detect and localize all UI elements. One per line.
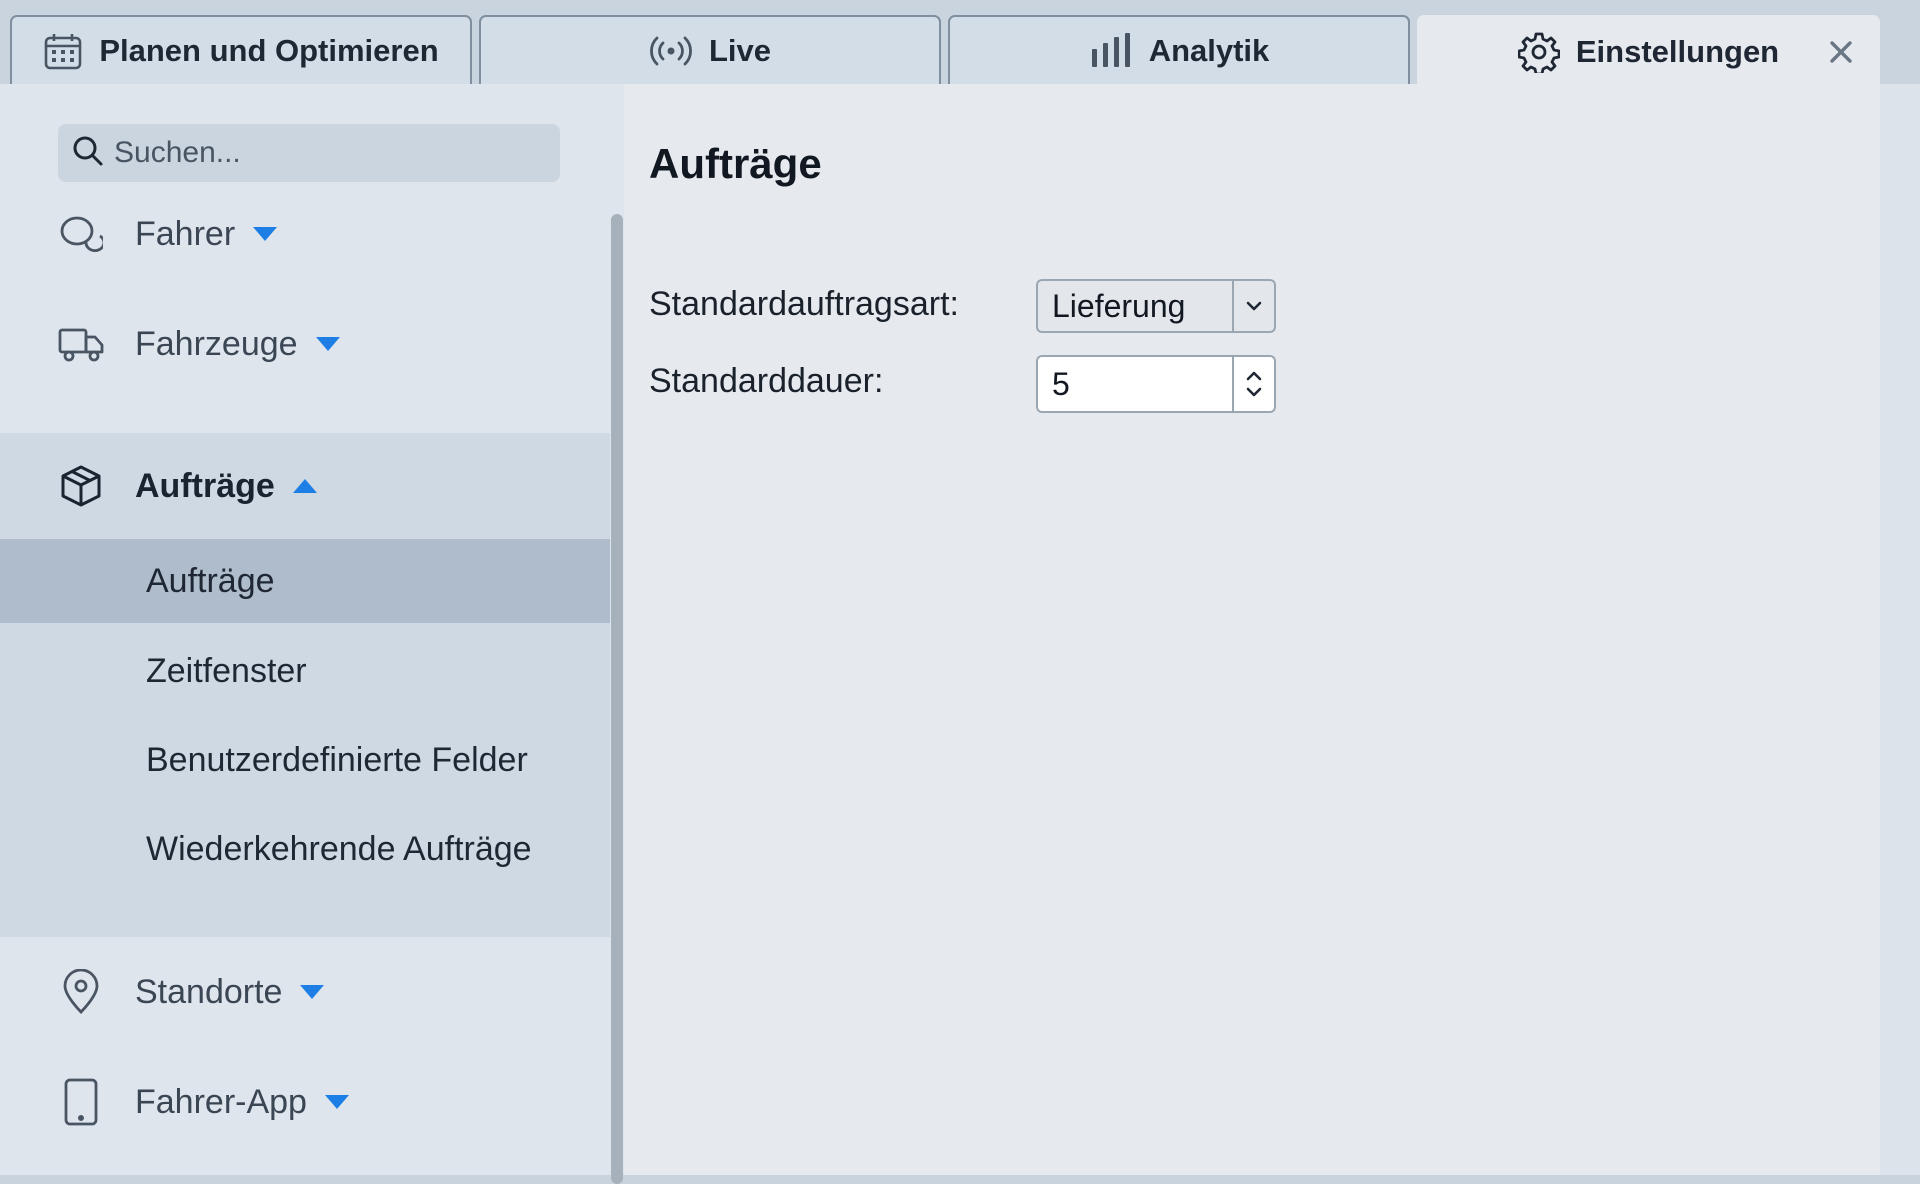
tab-analytik[interactable]: Analytik (948, 15, 1410, 84)
duration-input[interactable] (1038, 365, 1232, 403)
tab-planen-und-optimieren[interactable]: Planen und Optimieren (10, 15, 472, 84)
settings-sidebar: Fahrer Fahrzeuge (0, 84, 610, 1175)
truck-icon (58, 321, 104, 367)
tab-einstellungen[interactable]: Einstellungen (1417, 15, 1880, 87)
sidebar-item-fahrzeuge[interactable]: Fahrzeuge (0, 294, 610, 394)
tab-live[interactable]: Live (479, 15, 941, 84)
calendar-icon (43, 31, 83, 71)
chevron-down-icon[interactable] (1245, 386, 1263, 398)
chevron-up-icon (292, 479, 317, 493)
tab-label: Planen und Optimieren (99, 32, 439, 68)
sidebar-item-auftraege[interactable]: Aufträge (0, 433, 610, 539)
settings-content: Aufträge Standardauftragsart: Lieferung … (624, 84, 1880, 1175)
location-pin-icon (58, 969, 104, 1015)
gear-icon (1517, 31, 1560, 73)
duration-stepper[interactable] (1036, 355, 1276, 413)
sidebar-item-fahrer-app[interactable]: Fahrer-App (0, 1052, 610, 1152)
order-type-value: Lieferung (1052, 287, 1186, 324)
duration-label: Standarddauer: (649, 362, 884, 400)
search-box[interactable] (58, 124, 560, 182)
chevron-up-icon[interactable] (1245, 370, 1263, 382)
scrollbar-thumb[interactable] (611, 214, 623, 1184)
chevron-down-icon (300, 985, 325, 999)
chevron-down-icon (253, 227, 278, 241)
sidebar-item-label: Aufträge (135, 467, 317, 506)
window-edge (1880, 84, 1920, 1175)
order-type-select[interactable]: Lieferung (1036, 279, 1276, 333)
sidebar-item-label: Fahrzeuge (135, 325, 340, 364)
sidebar-subitem-zeitfenster[interactable]: Zeitfenster (0, 629, 610, 713)
bar-chart-icon (1089, 32, 1133, 69)
sidebar-item-label: Fahrer (135, 215, 278, 254)
tab-label: Einstellungen (1575, 34, 1780, 69)
broadcast-icon (649, 35, 693, 67)
tab-bar: Planen und Optimieren Live Analytik Eins… (0, 0, 1920, 87)
stepper-arrows[interactable] (1232, 357, 1274, 411)
sidebar-item-standorte[interactable]: Standorte (0, 942, 610, 1042)
search-icon (72, 135, 104, 172)
phone-icon (58, 1078, 104, 1126)
driver-icon (58, 211, 104, 257)
sidebar-item-fahrer[interactable]: Fahrer (0, 184, 610, 284)
tab-label: Analytik (1148, 32, 1270, 68)
sidebar-subitem-auftraege[interactable]: Aufträge (0, 539, 610, 623)
order-type-label: Standardauftragsart: (649, 285, 959, 323)
app-window: Planen und Optimieren Live Analytik Eins… (0, 0, 1920, 1184)
chevron-down-icon (324, 1095, 349, 1109)
sidebar-item-label: Standorte (135, 973, 325, 1012)
page-title: Aufträge (649, 140, 822, 187)
tab-label: Live (708, 32, 772, 68)
sidebar-group-auftraege: Aufträge Aufträge Zeitfenster Benutzerde… (0, 433, 610, 937)
sidebar-item-label: Fahrer-App (135, 1083, 349, 1122)
sidebar-scrollbar[interactable] (610, 84, 624, 1184)
search-input[interactable] (114, 136, 534, 170)
close-tab-button[interactable] (1826, 37, 1856, 67)
chevron-down-icon (315, 337, 340, 351)
chevron-down-icon[interactable] (1232, 281, 1274, 331)
sidebar-subitem-wiederkehrende-auftraege[interactable]: Wiederkehrende Aufträge (0, 807, 610, 891)
sidebar-subitem-benutzerdefinierte-felder[interactable]: Benutzerdefinierte Felder (0, 718, 610, 802)
package-icon (58, 463, 104, 509)
